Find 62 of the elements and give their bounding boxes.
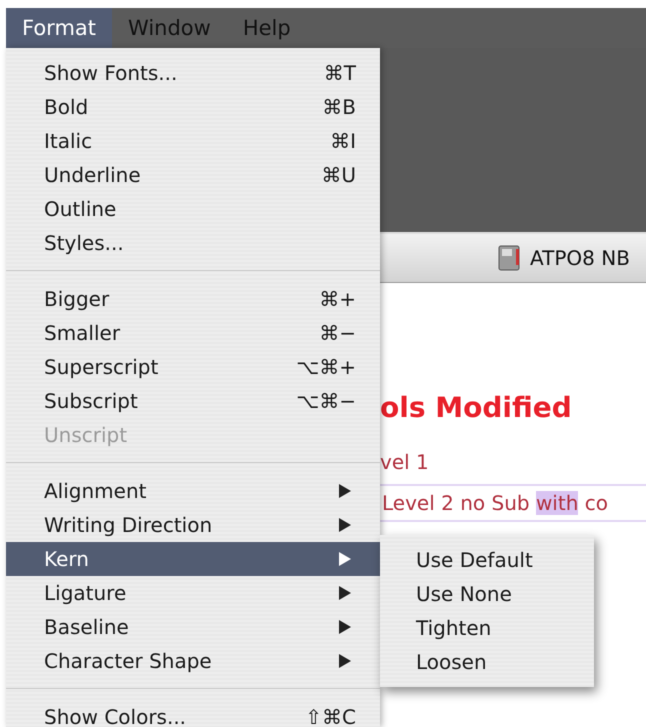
menu-item-label: Underline [44, 163, 142, 187]
menu-item[interactable]: Character Shape [6, 644, 380, 678]
window-title: ATPO8 NB [530, 246, 630, 270]
menu-item-label: Unscript [44, 423, 128, 447]
menu-item[interactable]: Ligature [6, 576, 380, 610]
menu-item[interactable]: Styles... [6, 226, 380, 260]
menu-item[interactable]: Underline ⌘U [6, 158, 380, 192]
shortcut-label: ⌘T [324, 61, 356, 85]
shortcut-label: ⌥⌘− [296, 389, 356, 413]
menu-item-label: Outline [44, 197, 118, 221]
menu-item-label: Writing Direction [44, 513, 214, 537]
menu-item[interactable]: Alignment [6, 474, 380, 508]
submenu-arrow-icon [338, 551, 352, 567]
menu-item-label: Styles... [44, 231, 125, 255]
submenu-arrow-icon [338, 483, 352, 499]
menu-item-label: Baseline [44, 615, 130, 639]
menu-item-label: Alignment [44, 479, 148, 503]
shortcut-label: ⌘B [322, 95, 356, 119]
menu-item-label: Kern [44, 547, 90, 571]
outline-item: vel 1 [380, 450, 430, 474]
submenu-arrow-icon [338, 653, 352, 669]
shortcut-label: ⌘+ [319, 287, 356, 311]
menu-item[interactable]: Superscript ⌥⌘+ [6, 350, 380, 384]
menu-item-label: Subscript [44, 389, 139, 413]
submenu-item[interactable]: Tighten [380, 611, 594, 645]
menu-bar-item[interactable]: Format [6, 8, 112, 48]
menu-item[interactable]: Bigger ⌘+ [6, 282, 380, 316]
menu-item[interactable]: Smaller ⌘− [6, 316, 380, 350]
menu-item[interactable]: Italic ⌘I [6, 124, 380, 158]
menu-item-label: Bigger [44, 287, 110, 311]
menu-item-label: Smaller [44, 321, 122, 345]
menu-item-label: Character Shape [44, 649, 213, 673]
menu-item-label: Ligature [44, 581, 128, 605]
shortcut-label: ⌘U [321, 163, 356, 187]
submenu-item[interactable]: Loosen [380, 645, 594, 679]
cell-text: Level 2 no Sub [382, 491, 531, 515]
submenu-item[interactable]: Use None [380, 577, 594, 611]
shortcut-label: ⌘I [330, 129, 356, 153]
menu-item[interactable]: Show Fonts... ⌘T [6, 56, 380, 90]
menu-item-label: Italic [44, 129, 94, 153]
menu-item-label: Superscript [44, 355, 160, 379]
menu-item[interactable]: Writing Direction [6, 508, 380, 542]
menu-item-label: Bold [44, 95, 90, 119]
menu-item[interactable]: Show Colors... ⇧⌘C [6, 700, 380, 727]
menu-item[interactable]: Bold ⌘B [6, 90, 380, 124]
submenu-arrow-icon [338, 585, 352, 601]
document-icon [498, 245, 520, 271]
heading: ols Modified [380, 391, 573, 424]
submenu-item[interactable]: Use Default [380, 543, 594, 577]
menu-item[interactable]: Baseline [6, 610, 380, 644]
menu-item[interactable]: Kern [6, 542, 380, 576]
shortcut-label: ⇧⌘C [305, 705, 356, 727]
submenu-arrow-icon [338, 619, 352, 635]
highlighted-text: with [536, 491, 578, 515]
menu-item[interactable]: Outline [6, 192, 380, 226]
shortcut-label: ⌥⌘+ [296, 355, 356, 379]
menu-item-label: Show Colors... [44, 705, 188, 727]
cell-text: co [584, 491, 608, 515]
submenu-arrow-icon [338, 517, 352, 533]
menu-item[interactable]: Subscript ⌥⌘− [6, 384, 380, 418]
shortcut-label: ⌘− [319, 321, 356, 345]
menu-item-label: Show Fonts... [44, 61, 178, 85]
